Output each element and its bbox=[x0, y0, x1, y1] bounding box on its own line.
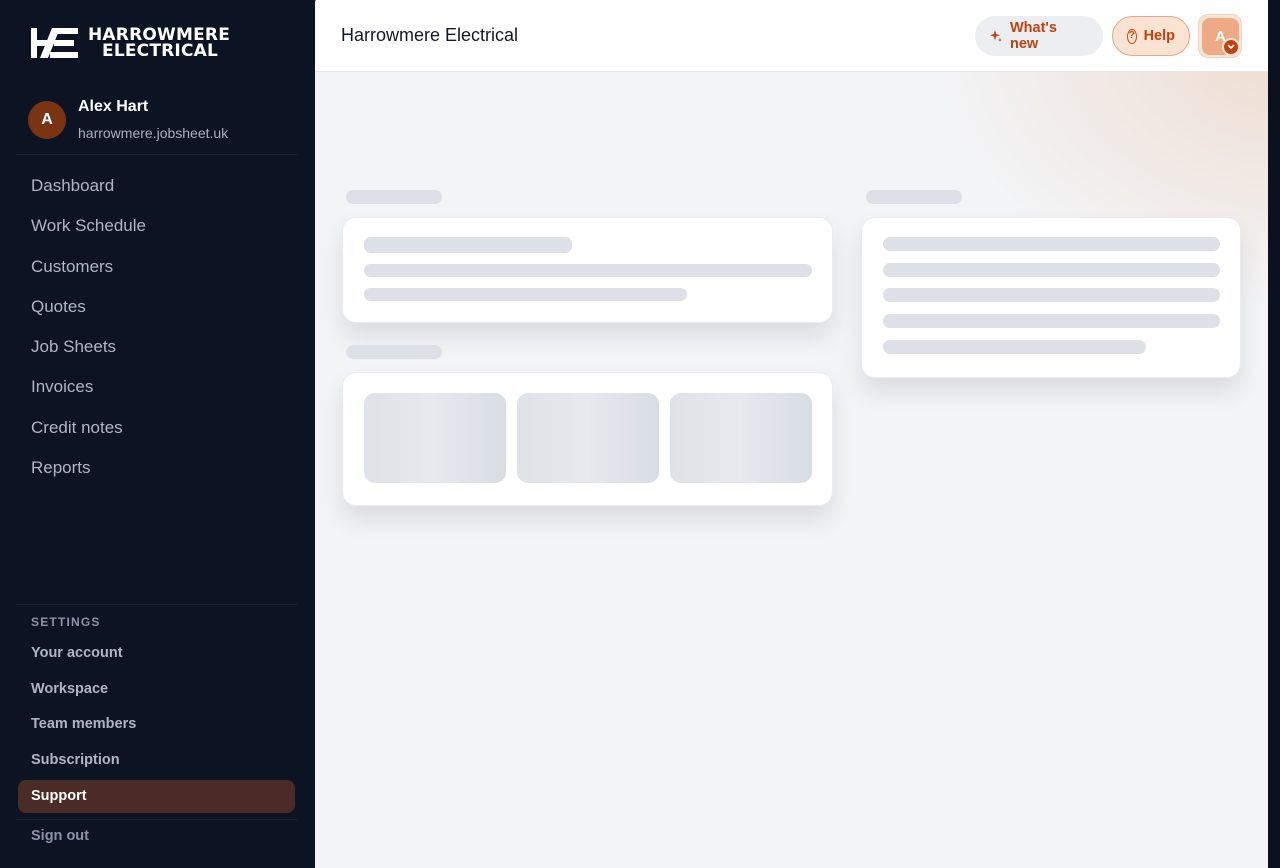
nav-item-work-schedule[interactable]: Work Schedule bbox=[0, 206, 315, 246]
nav-item-dashboard[interactable]: Dashboard bbox=[0, 166, 315, 206]
brand-wordmark: HARROWMERE ELECTRICAL bbox=[88, 27, 230, 61]
skeleton-line bbox=[883, 288, 1220, 302]
nav-item-reports[interactable]: Reports bbox=[0, 448, 315, 488]
settings-item-your-account[interactable]: Your account bbox=[18, 636, 295, 672]
skeleton-tile bbox=[364, 393, 506, 483]
settings-item-support[interactable]: Support bbox=[18, 780, 295, 813]
account-menu-button[interactable]: A bbox=[1198, 14, 1242, 58]
sparkle-icon bbox=[989, 30, 1002, 42]
help-label: Help bbox=[1143, 28, 1175, 44]
nav-item-quotes[interactable]: Quotes bbox=[0, 287, 315, 327]
skeleton-line bbox=[364, 237, 572, 253]
nav-item-credit-notes[interactable]: Credit notes bbox=[0, 408, 315, 448]
page-title: Harrowmere Electrical bbox=[341, 25, 519, 45]
skeleton-line bbox=[883, 340, 1146, 354]
whats-new-label: What's new bbox=[1009, 20, 1057, 52]
chevron-down-icon bbox=[1222, 38, 1240, 56]
skeleton-line bbox=[883, 237, 1220, 251]
settings-item-subscription[interactable]: Subscription bbox=[18, 743, 295, 779]
workspace-user[interactable]: A Alex Hart harrowmere.jobsheet.uk bbox=[28, 98, 228, 141]
skeleton-tile bbox=[517, 393, 659, 483]
nav-item-invoices[interactable]: Invoices bbox=[0, 367, 315, 407]
settings-divider bbox=[16, 604, 297, 605]
main-nav: Dashboard Work Schedule Customers Quotes… bbox=[0, 166, 315, 488]
brand-line-2: ELECTRICAL bbox=[102, 41, 219, 61]
help-circle-icon: ? bbox=[1127, 28, 1137, 44]
skeleton-line bbox=[883, 263, 1220, 277]
brand-logo[interactable]: HARROWMERE ELECTRICAL bbox=[30, 26, 230, 60]
signout-divider bbox=[16, 819, 297, 820]
skeleton-card bbox=[861, 217, 1241, 378]
skeleton-line bbox=[364, 288, 687, 301]
settings-item-team-members[interactable]: Team members bbox=[18, 707, 295, 743]
whats-new-button[interactable]: What's new bbox=[975, 16, 1103, 56]
top-bar: Harrowmere Electrical What's new ? Help … bbox=[315, 0, 1268, 72]
skeleton-line bbox=[883, 314, 1220, 328]
settings-item-workspace[interactable]: Workspace bbox=[18, 672, 295, 708]
workspace-domain: harrowmere.jobsheet.uk bbox=[78, 125, 229, 141]
nav-item-job-sheets[interactable]: Job Sheets bbox=[0, 327, 315, 367]
skeleton-section-heading bbox=[346, 190, 442, 204]
sidebar-divider bbox=[16, 154, 297, 155]
help-button[interactable]: ? Help bbox=[1112, 16, 1190, 56]
settings-heading: SETTINGS bbox=[31, 615, 101, 629]
skeleton-card bbox=[342, 372, 833, 506]
avatar: A bbox=[28, 100, 66, 139]
user-name: Alex Hart bbox=[78, 98, 149, 115]
sidebar: HARROWMERE ELECTRICAL A Alex Hart harrow… bbox=[0, 0, 315, 868]
main-panel: Harrowmere Electrical What's new ? Help … bbox=[315, 0, 1268, 868]
settings-nav: Your account Workspace Team members Subs… bbox=[18, 636, 295, 813]
logo-mark-icon bbox=[31, 28, 78, 58]
skeleton-line bbox=[364, 264, 812, 277]
skeleton-section-heading bbox=[866, 190, 962, 204]
skeleton-tile bbox=[670, 393, 812, 483]
skeleton-section-heading bbox=[346, 345, 442, 359]
nav-item-customers[interactable]: Customers bbox=[0, 247, 315, 287]
sign-out-link[interactable]: Sign out bbox=[31, 828, 89, 844]
skeleton-card bbox=[342, 217, 833, 323]
